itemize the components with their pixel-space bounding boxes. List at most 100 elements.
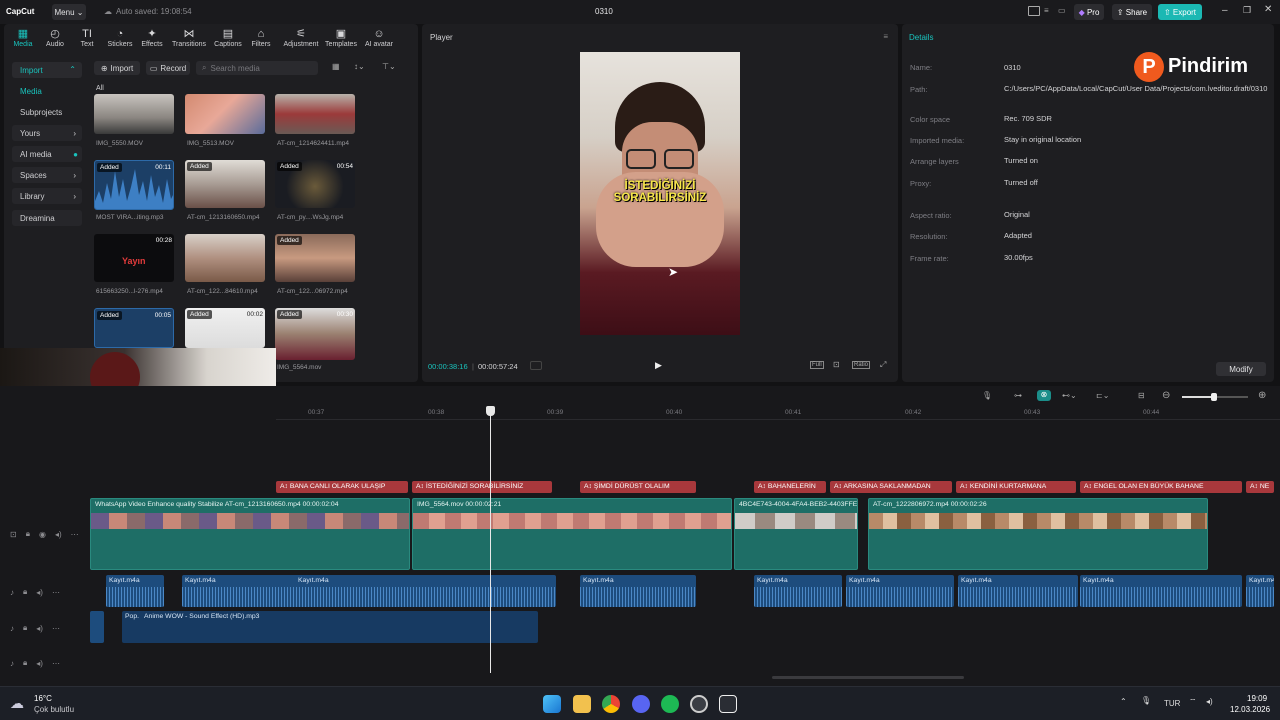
speaker-icon[interactable]: ◂)	[36, 588, 43, 597]
language-indicator[interactable]: TUR	[1164, 699, 1180, 708]
spotify-icon[interactable]	[661, 695, 679, 713]
microphone-icon[interactable]: 🎙︎	[1141, 696, 1151, 705]
crop-icon[interactable]: ⊡	[833, 360, 840, 369]
sidebar-item-import[interactable]: Import ⌃	[12, 62, 82, 78]
more-icon[interactable]: ⋯	[52, 588, 60, 597]
zoom-out-icon[interactable]: ⊖	[1162, 390, 1170, 401]
cover-icon[interactable]: ⊡	[10, 530, 17, 539]
clock-date[interactable]: 12.03.2026	[1230, 705, 1270, 714]
preview-axis-icon[interactable]: ⊏⌄	[1096, 391, 1109, 400]
ratio-button[interactable]: Ratio	[852, 361, 871, 369]
sidebar-item-dreamina[interactable]: Dreamina	[12, 210, 82, 226]
video-clip[interactable]: AT-cm_1222806972.mp4 00:00:02:26	[868, 498, 1208, 570]
sidebar-item-ai-media[interactable]: AI media ●	[12, 146, 82, 162]
audio-clip[interactable]: Kayıt.m4a	[580, 575, 696, 607]
speaker-icon[interactable]: ◂)	[55, 530, 62, 539]
zoom-slider-handle[interactable]	[1211, 393, 1217, 401]
full-button[interactable]: Full	[810, 361, 824, 369]
maximize-icon[interactable]: ❐	[1243, 5, 1251, 16]
import-button[interactable]: ⊕ Import	[94, 61, 140, 75]
clock-time[interactable]: 19:09	[1247, 694, 1267, 703]
tab-filters[interactable]: ⌂ Filters	[242, 28, 280, 48]
capcut-icon[interactable]	[719, 695, 737, 713]
zoom-in-icon[interactable]: ⊕	[1258, 390, 1266, 401]
share-button[interactable]: ⇪ Share	[1112, 4, 1152, 20]
lock-icon[interactable]: 🔒︎	[23, 587, 27, 597]
microphone-icon[interactable]: 🎙︎	[982, 391, 992, 400]
media-thumb[interactable]: Added	[185, 160, 265, 208]
snap-icon[interactable]: ⊷⌄	[1062, 391, 1077, 400]
caption-icon[interactable]: ⊟	[1138, 391, 1145, 400]
layout-icon[interactable]	[1028, 6, 1040, 16]
more-icon[interactable]: ⋯	[52, 659, 60, 668]
sidebar-item-subprojects[interactable]: Subprojects	[12, 104, 82, 120]
chrome-icon[interactable]	[602, 695, 620, 713]
play-icon[interactable]: ▶	[655, 360, 662, 371]
audio-clip[interactable]: Kayıt.m4a	[1080, 575, 1242, 607]
file-explorer-icon[interactable]	[573, 695, 591, 713]
tab-ai-avatar[interactable]: ☺ AI avatar	[359, 28, 399, 48]
sfx-clip[interactable]: Pop. Anime WOW - Sound Effect (HD).mp3	[122, 611, 538, 643]
menu-button[interactable]: Menu ⌄	[52, 4, 86, 20]
record-button[interactable]: ▭ Record	[146, 61, 190, 75]
chevron-up-icon[interactable]: ⌃	[1120, 697, 1127, 706]
search-input[interactable]: ⌕ Search media	[196, 61, 318, 75]
more-icon[interactable]: ⋯	[52, 624, 60, 633]
caption-clip[interactable]: A↕ ŞİMDİ DÜRÜST OLALIM	[580, 481, 696, 493]
timeline-scrollbar[interactable]	[772, 676, 964, 679]
media-thumb[interactable]	[275, 94, 355, 134]
tab-templates[interactable]: ▣ Templates	[321, 28, 361, 48]
audio-clip[interactable]	[90, 611, 104, 643]
menu-icon[interactable]: ≡	[883, 32, 888, 41]
media-thumb[interactable]: 00:28 Yayın	[94, 234, 174, 282]
audio-clip[interactable]: Kayıt.m4a	[1246, 575, 1274, 607]
media-thumb[interactable]: Added 00:54	[275, 160, 355, 208]
link-icon[interactable]: ⊶	[1014, 391, 1022, 400]
caption-clip[interactable]: A↕ NE	[1246, 481, 1274, 493]
caption-clip[interactable]: A↕ ARKASINA SAKLANMADAN	[830, 481, 952, 493]
close-icon[interactable]: ✕	[1264, 4, 1272, 15]
audio-clip[interactable]: Kayıt.m4a	[106, 575, 164, 607]
eye-icon[interactable]: ◉	[39, 530, 46, 539]
media-thumb[interactable]	[185, 94, 265, 134]
filter-icon[interactable]: ⊤⌄	[382, 62, 396, 71]
lock-icon[interactable]: 🔒︎	[26, 529, 30, 539]
timecode-icon[interactable]	[530, 361, 542, 370]
speaker-icon[interactable]: ◂)	[36, 624, 43, 633]
media-thumb[interactable]: Added	[275, 234, 355, 282]
minimize-icon[interactable]: –	[1222, 5, 1228, 16]
speaker-icon[interactable]: ◂)	[36, 659, 43, 668]
sidebar-item-spaces[interactable]: Spaces ›	[12, 167, 82, 183]
video-clip[interactable]: IMG_5564.mov 00:00:02:21	[412, 498, 732, 570]
audio-clip[interactable]: Kayıt.m4a	[846, 575, 954, 607]
lock-icon[interactable]: 🔒︎	[23, 623, 27, 633]
fullscreen-icon[interactable]: ⤢	[880, 360, 886, 370]
modify-button[interactable]: Modify	[1216, 362, 1266, 376]
export-button[interactable]: ⇧ Export	[1158, 4, 1202, 20]
tab-adjustment[interactable]: ⚟ Adjustment	[280, 28, 322, 48]
tab-effects[interactable]: ✦ Effects	[133, 28, 171, 48]
shortcuts-icon[interactable]: ≡	[1044, 6, 1049, 15]
more-icon[interactable]: ⋯	[71, 530, 79, 539]
windows-start-icon[interactable]	[543, 695, 561, 713]
caption-clip[interactable]: A↕ KENDİNİ KURTARMANA	[956, 481, 1076, 493]
video-preview[interactable]: İSTEDİĞİNİZİ SORABİLİRSİNİZ ➤	[580, 52, 740, 335]
zoom-slider[interactable]	[1182, 393, 1248, 401]
audio-clip[interactable]: Kayıt.m4a Kayıt.m4a	[182, 575, 556, 607]
sort-icon[interactable]: ↕⌄	[354, 62, 365, 71]
wifi-icon[interactable]: ⌔	[1189, 697, 1197, 707]
tab-transitions[interactable]: ⋈ Transitions	[170, 28, 208, 48]
caption-clip[interactable]: A↕ ENGEL OLAN EN BÜYÜK BAHANE	[1080, 481, 1242, 493]
audio-clip[interactable]: Kayıt.m4a	[754, 575, 842, 607]
playhead[interactable]	[490, 408, 491, 673]
playhead-handle[interactable]	[486, 406, 495, 416]
media-thumb[interactable]	[94, 94, 174, 134]
audio-clip[interactable]: Kayıt.m4a	[958, 575, 1078, 607]
time-ruler[interactable]: 00:37 00:38 00:39 00:40 00:41 00:42 00:4…	[276, 406, 1280, 420]
magnet-icon[interactable]: ⊗	[1037, 390, 1051, 401]
settings-icon[interactable]: ▭	[1058, 6, 1066, 15]
discord-icon[interactable]	[632, 695, 650, 713]
caption-clip[interactable]: A↕ BAHANELERİN	[754, 481, 826, 493]
grid-view-icon[interactable]: ▦	[332, 62, 340, 71]
caption-clip[interactable]: A↕ İSTEDİĞİNİZİ SORABİLİRSİNİZ	[412, 481, 552, 493]
